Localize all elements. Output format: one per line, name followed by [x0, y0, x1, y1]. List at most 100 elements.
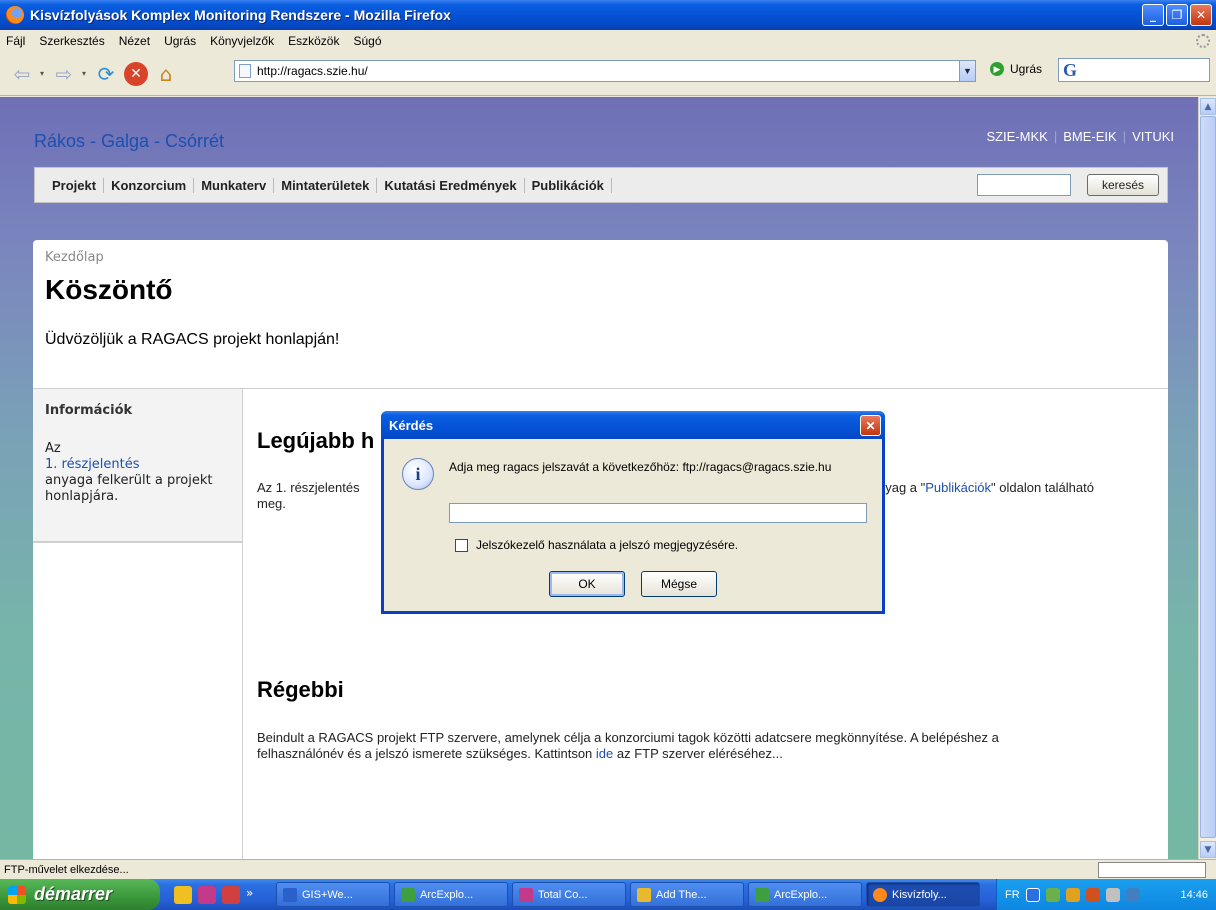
tray-app-icon[interactable] — [1065, 887, 1080, 902]
checkbox-box[interactable] — [455, 538, 468, 552]
separator: | — [1053, 129, 1058, 144]
task-label: GIS+We... — [302, 888, 353, 901]
clock[interactable]: 14:46 — [1180, 889, 1208, 901]
taskbar-item[interactable]: GIS+We... — [276, 882, 390, 907]
partner-link-vituki[interactable]: VITUKI — [1132, 129, 1174, 144]
partner-link-szie[interactable]: SZIE-MKK — [986, 129, 1047, 144]
tray-app-icon[interactable] — [1085, 887, 1100, 902]
vertical-scrollbar[interactable]: ▲ ▼ — [1198, 97, 1216, 859]
search-bar[interactable]: G — [1058, 58, 1210, 82]
app-quicklaunch-icon[interactable] — [198, 885, 216, 904]
close-window-button[interactable]: ✕ — [1190, 4, 1212, 26]
window-title-bar[interactable]: Kisvízfolyások Komplex Monitoring Rendsz… — [0, 0, 1216, 30]
nav-munkaterv[interactable]: Munkaterv — [194, 177, 275, 193]
go-arrow-icon: ▶ — [990, 62, 1004, 76]
partner-link-bme[interactable]: BME-EIK — [1063, 129, 1116, 144]
task-label: ArcExplo... — [774, 888, 828, 901]
sidebar-text: Az 1. részjelentés anyaga felkerült a pr… — [45, 441, 235, 505]
latest-text-end: nyag a "Publikációk" oldalon található — [878, 480, 1094, 496]
scrollbar-thumb[interactable] — [1200, 116, 1216, 838]
welcome-text: Üdvözöljük a RAGACS projekt honlapján! — [45, 331, 340, 348]
quick-launch: » — [174, 885, 264, 904]
taskbar-item[interactable]: ArcExplo... — [394, 882, 508, 907]
remember-password-checkbox[interactable]: Jelszókezelő használata a jelszó megjegy… — [455, 538, 738, 552]
partner-links: SZIE-MKK | BME-EIK | VITUKI — [986, 129, 1174, 144]
password-field[interactable] — [449, 503, 867, 523]
more-quicklaunch-icon[interactable]: » — [246, 886, 264, 904]
nav-konzorcium[interactable]: Konzorcium — [104, 177, 195, 193]
google-search-icon: G — [1063, 59, 1078, 80]
network-icon[interactable] — [1045, 887, 1060, 902]
site-title[interactable]: Rákos - Galga - Csórrét — [34, 131, 224, 152]
url-dropdown-icon[interactable]: ▼ — [959, 61, 975, 81]
separator: | — [1122, 129, 1127, 144]
ok-button[interactable]: OK — [549, 571, 625, 597]
status-text: FTP-művelet elkezdése... — [4, 863, 129, 876]
menu-bookmarks[interactable]: Könyvjelzők — [210, 34, 274, 48]
search-quicklaunch-icon[interactable] — [174, 885, 192, 904]
site-search-button[interactable]: keresés — [1087, 174, 1159, 196]
home-icon[interactable]: ⌂ — [152, 60, 180, 88]
phone-icon[interactable] — [1125, 887, 1140, 902]
restore-button[interactable]: ❐ — [1166, 4, 1188, 26]
back-arrow-icon[interactable]: ⇦ — [8, 60, 36, 88]
menu-bar: Fájl Szerkesztés Nézet Ugrás Könyvjelzők… — [0, 30, 1216, 52]
forward-dropdown-icon[interactable]: ▾ — [82, 69, 86, 78]
breadcrumb[interactable]: Kezdőlap — [45, 250, 104, 265]
taskbar-item[interactable]: ArcExplo... — [748, 882, 862, 907]
save-quicklaunch-icon[interactable] — [222, 885, 240, 904]
back-dropdown-icon[interactable]: ▾ — [40, 69, 44, 78]
info-icon: i — [402, 458, 434, 490]
go-button[interactable]: ▶ Ugrás — [990, 62, 1042, 76]
site-nav: Projekt Konzorcium Munkaterv Mintaterüle… — [34, 167, 1168, 203]
url-text[interactable]: http://ragacs.szie.hu/ — [257, 64, 959, 78]
ftp-link[interactable]: ide — [596, 746, 613, 761]
nav-mintateruletek[interactable]: Mintaterületek — [274, 177, 378, 193]
site-search-input[interactable] — [977, 174, 1071, 196]
menu-view[interactable]: Nézet — [119, 34, 150, 48]
menu-help[interactable]: Súgó — [353, 34, 381, 48]
taskbar-item-active[interactable]: Kisvízfoly... — [866, 882, 980, 907]
go-label: Ugrás — [1010, 62, 1043, 76]
firefox-icon — [6, 6, 24, 24]
scroll-down-icon[interactable]: ▼ — [1200, 841, 1216, 858]
window-title: Kisvízfolyások Komplex Monitoring Rendsz… — [30, 7, 451, 23]
latest-text-end-pre: nyag a " — [878, 480, 926, 495]
reload-icon[interactable]: ⟳ — [92, 60, 120, 88]
page-icon — [239, 64, 251, 78]
tray-arrow-icon[interactable] — [1025, 887, 1040, 902]
antivirus-icon[interactable] — [1105, 887, 1120, 902]
windows-logo-icon — [8, 885, 26, 904]
menu-file[interactable]: Fájl — [6, 34, 25, 48]
nav-projekt[interactable]: Projekt — [45, 177, 105, 193]
nav-kutatasi-eredmenyek[interactable]: Kutatási Eredmények — [377, 177, 525, 193]
throbber-icon — [1196, 34, 1210, 48]
page-title: Köszöntő — [45, 274, 173, 305]
language-indicator[interactable]: FR — [1005, 889, 1020, 901]
minimize-button[interactable]: _ — [1142, 4, 1164, 26]
taskbar-item[interactable]: Total Co... — [512, 882, 626, 907]
scroll-up-icon[interactable]: ▲ — [1200, 98, 1216, 115]
task-label: Kisvízfoly... — [892, 888, 947, 901]
dialog-close-icon[interactable]: ✕ — [860, 415, 881, 436]
start-button[interactable]: démarrer — [0, 879, 160, 910]
task-label: Add The... — [656, 888, 707, 901]
system-tray: FR 14:46 — [996, 879, 1216, 910]
stop-icon[interactable]: ✕ — [124, 61, 149, 86]
sidebar-text-end: anyaga felkerült a projekt honlapjára. — [45, 473, 213, 504]
nav-publikaciok[interactable]: Publikációk — [525, 177, 612, 193]
forward-arrow-icon[interactable]: ⇨ — [50, 60, 78, 88]
menu-go[interactable]: Ugrás — [164, 34, 196, 48]
sidebar-text-start: Az — [45, 441, 61, 456]
taskbar-item[interactable]: Add The... — [630, 882, 744, 907]
add-theme-icon — [637, 887, 651, 902]
address-bar[interactable]: http://ragacs.szie.hu/ ▼ — [234, 60, 976, 82]
dialog-title-bar[interactable]: Kérdés ✕ — [381, 411, 885, 439]
older-text: Beindult a RAGACS projekt FTP szervere, … — [257, 730, 1157, 762]
older-heading: Régebbi — [257, 677, 344, 702]
menu-tools[interactable]: Eszközök — [288, 34, 339, 48]
menu-edit[interactable]: Szerkesztés — [39, 34, 104, 48]
publikaciok-link[interactable]: Publikációk — [925, 480, 991, 495]
cancel-button[interactable]: Mégse — [641, 571, 717, 597]
sidebar-report-link[interactable]: 1. részjelentés — [45, 457, 235, 473]
